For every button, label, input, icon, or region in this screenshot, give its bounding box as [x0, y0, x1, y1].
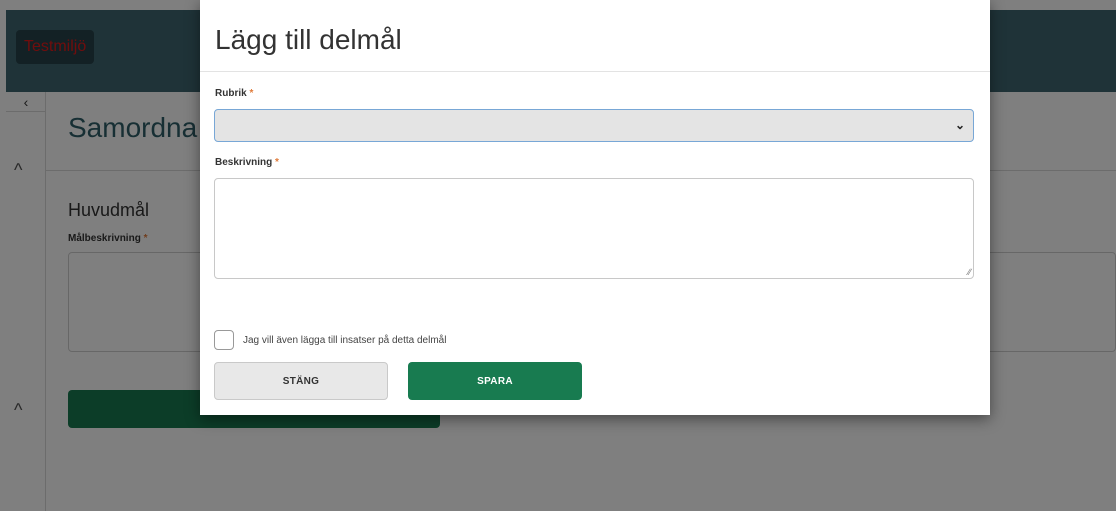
dialog-header: Lägg till delmål	[200, 0, 990, 72]
rubrik-select[interactable]: ⌄	[214, 109, 974, 142]
close-button[interactable]: STÄNG	[214, 362, 388, 400]
add-subgoal-dialog: Lägg till delmål Rubrik * ⌄ Beskrivning …	[200, 0, 990, 415]
dialog-title: Lägg till delmål	[215, 24, 402, 55]
beskrivning-label-text: Beskrivning	[215, 157, 273, 168]
rubrik-label-text: Rubrik	[215, 88, 247, 99]
beskrivning-textarea[interactable]: ∕∕	[214, 178, 974, 279]
add-interventions-checkbox[interactable]	[214, 330, 234, 350]
resize-grip-icon[interactable]: ∕∕	[968, 267, 971, 277]
required-marker: *	[249, 88, 254, 99]
add-interventions-row: Jag vill även lägga till insatser på det…	[214, 330, 446, 350]
add-interventions-label[interactable]: Jag vill även lägga till insatser på det…	[243, 335, 446, 346]
rubrik-label: Rubrik *	[215, 88, 253, 99]
save-button[interactable]: SPARA	[408, 362, 582, 400]
beskrivning-label: Beskrivning *	[215, 157, 279, 168]
chevron-down-icon: ⌄	[954, 118, 965, 132]
required-marker: *	[275, 157, 279, 168]
